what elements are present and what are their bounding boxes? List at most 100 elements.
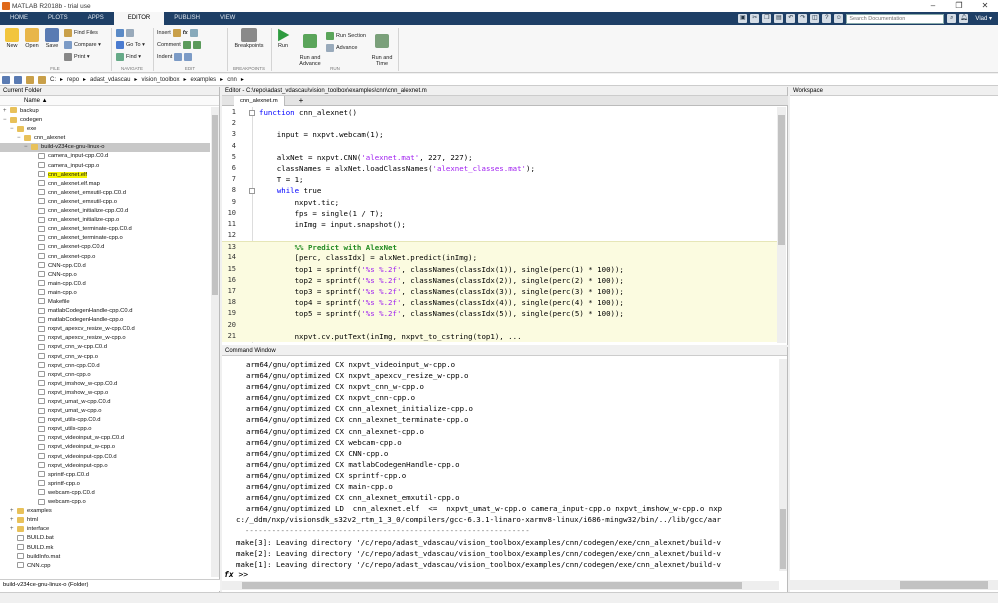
indent-button[interactable]: Indent: [157, 52, 193, 62]
file-item[interactable]: main-cpp.o: [0, 289, 210, 298]
new-button[interactable]: New: [3, 28, 21, 49]
file-item[interactable]: nxpvt_umat_w-cpp.o: [0, 407, 210, 416]
expand-icon[interactable]: +: [3, 107, 7, 116]
breakpoints-button[interactable]: Breakpoints: [231, 28, 267, 49]
tab-home[interactable]: HOME: [0, 12, 38, 25]
file-item[interactable]: CNN.cpp: [0, 562, 210, 571]
file-item[interactable]: cnn_alexnet_initialize-cpp.o: [0, 216, 210, 225]
find-files-button[interactable]: Find Files: [64, 28, 98, 38]
path-segment-vision-toolbox[interactable]: vision_toolbox: [141, 77, 179, 83]
code-line[interactable]: 10 fps = single(1 / T);: [222, 208, 777, 219]
file-item[interactable]: sprintf-cpp.C0.d: [0, 471, 210, 480]
file-item[interactable]: nxpvt_cnn_w-cpp.o: [0, 353, 210, 362]
folder-item[interactable]: + interface: [0, 525, 210, 534]
fold-marker-icon[interactable]: [249, 188, 255, 195]
scroll-thumb[interactable]: [778, 115, 785, 245]
up-folder-icon[interactable]: [26, 75, 34, 84]
code-line[interactable]: 11 inImg = input.snapshot();: [222, 219, 777, 230]
code-line[interactable]: 18 top4 = sprintf('%s %.2f', classNames(…: [222, 297, 777, 309]
collapse-icon[interactable]: −: [3, 116, 7, 125]
compare-button[interactable]: Compare ▾: [64, 40, 101, 50]
code-line[interactable]: 12: [222, 230, 777, 241]
expand-icon[interactable]: +: [10, 507, 14, 516]
file-item[interactable]: nxpvt_imshow_w-cpp.C0.d: [0, 380, 210, 389]
file-item[interactable]: nxpvt_videoinput_w-cpp.C0.d: [0, 434, 210, 443]
folder-item[interactable]: − cnn_alexnet: [0, 134, 210, 143]
tab-cnn-alexnet[interactable]: cnn_alexnet.m: [234, 96, 285, 106]
undo-icon[interactable]: ↶: [786, 14, 796, 23]
folder-item[interactable]: − exe: [0, 125, 210, 134]
file-item[interactable]: nxpvt_apexcv_resize_w-cpp.o: [0, 334, 210, 343]
file-item[interactable]: Makefile: [0, 298, 210, 307]
find-button[interactable]: Find ▾: [116, 52, 141, 62]
code-line[interactable]: 9 nxpvt.tic;: [222, 197, 777, 208]
code-line[interactable]: 21 nxpvt.cv.putText(inImg, nxpvt_to_cstr…: [222, 330, 777, 342]
file-item[interactable]: cnn_alexnet_emxutil-cpp.C0.d: [0, 189, 210, 198]
file-item[interactable]: webcam-cpp.C0.d: [0, 489, 210, 498]
bell-icon[interactable]: 🔔︎: [959, 14, 969, 23]
fx-icon[interactable]: fx: [224, 570, 234, 579]
expand-icon[interactable]: +: [10, 525, 14, 534]
new-tab-plus-icon[interactable]: +: [296, 96, 306, 106]
file-item[interactable]: buildInfo.mat: [0, 553, 210, 562]
file-item[interactable]: cnn_alexnet_terminate-cpp.C0.d: [0, 225, 210, 234]
file-item[interactable]: nxpvt_cnn-cpp.C0.d: [0, 362, 210, 371]
open-button[interactable]: Open: [23, 28, 41, 49]
file-item[interactable]: matlabCodegenHandle-cpp.o: [0, 316, 210, 325]
file-item[interactable]: nxpvt_utils-cpp.o: [0, 425, 210, 434]
forward-icon[interactable]: [14, 75, 22, 84]
save-button[interactable]: Save: [43, 28, 61, 49]
command-window-hscrollbar[interactable]: [222, 581, 779, 590]
code-line[interactable]: 13 %% Predict with AlexNet: [222, 241, 777, 253]
editor-scrollbar[interactable]: [777, 107, 786, 343]
community-icon[interactable]: ☺: [834, 14, 844, 23]
command-prompt[interactable]: fx >>: [224, 570, 248, 579]
switch-windows-icon[interactable]: ◫: [810, 14, 820, 23]
nav-arrows[interactable]: [116, 28, 134, 38]
file-item[interactable]: nxpvt_cnn_w-cpp.C0.d: [0, 343, 210, 352]
search-documentation-input[interactable]: [846, 13, 945, 24]
comment-button[interactable]: Comment: [157, 40, 201, 50]
file-item[interactable]: main-cpp.C0.d: [0, 280, 210, 289]
file-item[interactable]: cnn_alexnet_initialize-cpp.C0.d: [0, 207, 210, 216]
code-line[interactable]: 3 input = nxpvt.webcam(1);: [222, 129, 777, 140]
help-icon[interactable]: ?: [822, 14, 832, 23]
file-item[interactable]: cnn_alexnet.elf.map: [0, 180, 210, 189]
file-item[interactable]: nxpvt_cnn-cpp.o: [0, 371, 210, 380]
current-folder-scrollbar[interactable]: [211, 107, 219, 577]
path-segment-examples[interactable]: examples: [190, 77, 216, 83]
file-item[interactable]: cnn_alexnet_terminate-cpp.o: [0, 234, 210, 243]
folder-item[interactable]: + examples: [0, 507, 210, 516]
code-line[interactable]: 20: [222, 319, 777, 331]
collapse-icon[interactable]: −: [10, 125, 14, 134]
tab-plots[interactable]: PLOTS: [38, 12, 78, 25]
tab-view[interactable]: VIEW: [210, 12, 245, 25]
code-line[interactable]: 8 while true: [222, 185, 777, 196]
code-line[interactable]: 7 T = 1;: [222, 174, 777, 185]
save-quick-icon[interactable]: ▣: [738, 14, 748, 23]
code-line[interactable]: 4: [222, 141, 777, 152]
file-item[interactable]: webcam-cpp.o: [0, 498, 210, 507]
tab-publish[interactable]: PUBLISH: [164, 12, 210, 25]
file-item[interactable]: nxpvt_umat_w-cpp.C0.d: [0, 398, 210, 407]
maximize-button[interactable]: ❐: [946, 0, 972, 12]
expand-icon[interactable]: +: [10, 516, 14, 525]
collapse-icon[interactable]: −: [17, 134, 21, 143]
collapse-icon[interactable]: −: [24, 143, 28, 152]
file-item[interactable]: nxpvt_videoinput-cpp.o: [0, 462, 210, 471]
path-segment-adast[interactable]: adast_vdascau: [90, 77, 130, 83]
code-line[interactable]: 14 [perc, classIdx] = alxNet.predict(inI…: [222, 252, 777, 264]
file-item[interactable]: cnn_alexnet-cpp.C0.d: [0, 243, 210, 252]
file-item[interactable]: BUILD.bat: [0, 534, 210, 543]
file-item[interactable]: cnn_alexnet_emxutil-cpp.o: [0, 198, 210, 207]
file-item[interactable]: nxpvt_apexcv_resize_w-cpp.C0.d: [0, 325, 210, 334]
go-to-button[interactable]: Go To ▾: [116, 40, 145, 50]
insert-button[interactable]: Insert fx: [157, 28, 198, 38]
paste-icon[interactable]: ▤: [774, 14, 784, 23]
minimize-button[interactable]: –: [920, 0, 946, 12]
advance-button[interactable]: Advance: [326, 43, 357, 53]
folder-item[interactable]: + html: [0, 516, 210, 525]
browse-folder-icon[interactable]: [38, 75, 46, 84]
file-item[interactable]: nxpvt_videoinput_w-cpp.o: [0, 443, 210, 452]
print-button[interactable]: Print ▾: [64, 52, 90, 62]
